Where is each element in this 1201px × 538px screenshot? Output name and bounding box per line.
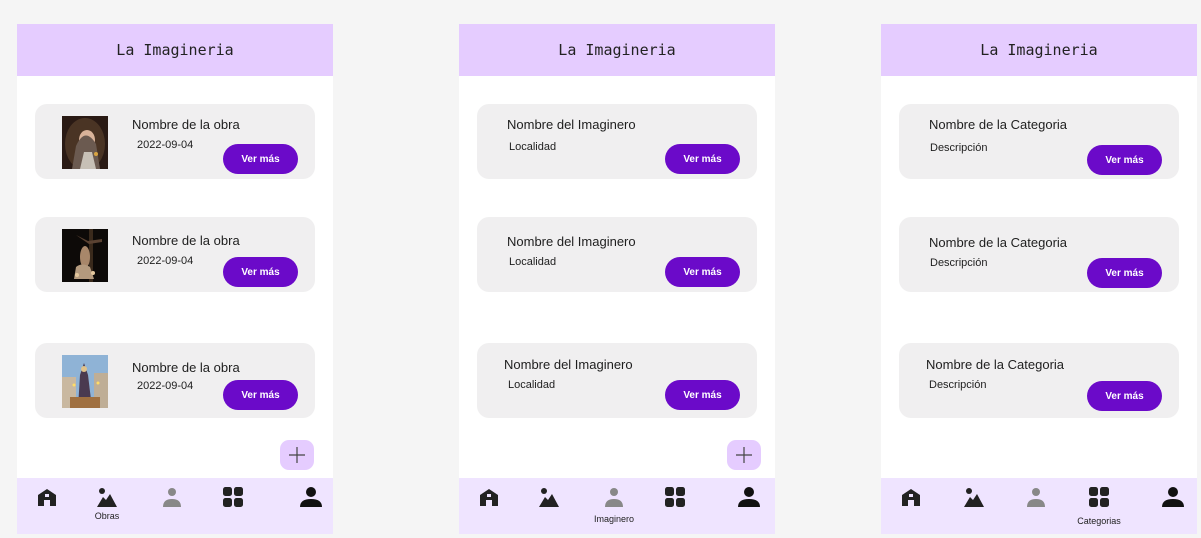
imaginero-card[interactable]: Nombre del Imaginero Localidad Ver más — [477, 343, 757, 418]
obra-date: 2022-09-04 — [137, 380, 194, 392]
nav-home[interactable] — [889, 478, 933, 534]
landscape-icon — [97, 488, 117, 507]
obra-thumbnail — [62, 355, 108, 408]
grid-icon — [223, 487, 243, 507]
bottom-nav: Categorias — [881, 478, 1197, 534]
categoria-card[interactable]: Nombre de la Categoria Descripción Ver m… — [899, 343, 1179, 418]
nav-label-imaginero: Imaginero — [593, 514, 635, 524]
crucifix-image — [62, 229, 108, 282]
home-icon — [480, 489, 498, 506]
procession-image — [62, 355, 108, 408]
add-button[interactable] — [727, 440, 761, 470]
ver-mas-button[interactable]: Ver más — [223, 380, 298, 410]
screen-categorias: La Imagineria Nombre de la Categoria Des… — [881, 24, 1197, 534]
obra-name: Nombre de la obra — [132, 233, 240, 248]
categoria-description: Descripción — [929, 379, 987, 391]
imaginero-name: Nombre del Imaginero — [504, 357, 633, 372]
imaginero-locality: Localidad — [509, 256, 557, 268]
account-icon — [738, 487, 760, 507]
nav-account[interactable] — [1151, 478, 1195, 534]
ver-mas-button[interactable]: Ver más — [665, 257, 740, 287]
imaginero-locality: Localidad — [509, 141, 557, 153]
nav-account[interactable] — [727, 478, 771, 534]
categoria-description: Descripción — [930, 257, 988, 269]
nav-home[interactable] — [467, 478, 511, 534]
ver-mas-button[interactable]: Ver más — [1087, 145, 1162, 175]
grid-icon — [665, 487, 685, 507]
plus-icon — [736, 447, 752, 463]
imaginero-card[interactable]: Nombre del Imaginero Localidad Ver más — [477, 217, 757, 292]
app-title: La Imagineria — [980, 41, 1098, 59]
nav-imaginero[interactable] — [150, 478, 194, 534]
landscape-icon — [539, 488, 559, 507]
obra-name: Nombre de la obra — [132, 117, 240, 132]
nav-obras[interactable] — [527, 478, 571, 534]
obra-thumbnail — [62, 229, 108, 282]
ver-mas-button[interactable]: Ver más — [223, 144, 298, 174]
app-bar: La Imagineria — [17, 24, 333, 76]
obra-thumbnail — [62, 116, 108, 169]
obra-card[interactable]: Nombre de la obra 2022-09-04 Ver más — [35, 217, 315, 292]
obra-name: Nombre de la obra — [132, 360, 240, 375]
account-icon — [1162, 487, 1184, 507]
obra-card[interactable]: Nombre de la obra 2022-09-04 Ver más — [35, 104, 315, 179]
add-button[interactable] — [280, 440, 314, 470]
screen-obras: La Imagineria Nombre de la obra 2022-09-… — [17, 24, 333, 534]
bottom-nav: Imaginero — [459, 478, 775, 534]
account-icon — [300, 487, 322, 507]
categoria-card[interactable]: Nombre de la Categoria Descripción Ver m… — [899, 217, 1179, 292]
ver-mas-button[interactable]: Ver más — [223, 257, 298, 287]
categoria-name: Nombre de la Categoria — [929, 235, 1068, 250]
app-title: La Imagineria — [558, 41, 676, 59]
ver-mas-button[interactable]: Ver más — [1087, 258, 1162, 288]
categoria-name: Nombre de la Categoria — [926, 357, 1065, 372]
bottom-nav: Obras — [17, 478, 333, 534]
landscape-icon — [964, 488, 984, 507]
obra-date: 2022-09-04 — [137, 139, 194, 151]
imaginero-name: Nombre del Imaginero — [507, 234, 636, 249]
nav-imaginero[interactable]: Imaginero — [592, 478, 636, 534]
person-icon — [1027, 488, 1045, 507]
categoria-name: Nombre de la Categoria — [929, 117, 1068, 132]
ver-mas-button[interactable]: Ver más — [1087, 381, 1162, 411]
app-bar: La Imagineria — [881, 24, 1197, 76]
nav-label-obras: Obras — [94, 511, 120, 521]
home-icon — [38, 489, 56, 506]
imaginero-name: Nombre del Imaginero — [507, 117, 636, 132]
obra-date: 2022-09-04 — [137, 255, 194, 267]
nav-categorias[interactable] — [211, 478, 255, 534]
nav-obras[interactable] — [952, 478, 996, 534]
obra-card[interactable]: Nombre de la obra 2022-09-04 Ver más — [35, 343, 315, 418]
categoria-card[interactable]: Nombre de la Categoria Descripción Ver m… — [899, 104, 1179, 179]
nav-home[interactable] — [25, 478, 69, 534]
plus-icon — [289, 447, 305, 463]
nav-categorias[interactable]: Categorias — [1077, 478, 1121, 534]
nav-obras[interactable]: Obras — [85, 478, 129, 534]
nav-categorias[interactable] — [653, 478, 697, 534]
screen-imaginero: La Imagineria Nombre del Imaginero Local… — [459, 24, 775, 534]
imaginero-locality: Localidad — [508, 379, 556, 391]
app-title: La Imagineria — [116, 41, 234, 59]
virgin-portrait-image — [62, 116, 108, 169]
categoria-description: Descripción — [930, 142, 988, 154]
ver-mas-button[interactable]: Ver más — [665, 380, 740, 410]
home-icon — [902, 489, 920, 506]
person-icon — [163, 488, 181, 507]
imaginero-card[interactable]: Nombre del Imaginero Localidad Ver más — [477, 104, 757, 179]
app-bar: La Imagineria — [459, 24, 775, 76]
nav-account[interactable] — [289, 478, 333, 534]
grid-icon — [1089, 487, 1109, 507]
person-icon — [605, 488, 623, 507]
nav-imaginero[interactable] — [1014, 478, 1058, 534]
nav-label-categorias: Categorias — [1077, 516, 1121, 526]
ver-mas-button[interactable]: Ver más — [665, 144, 740, 174]
